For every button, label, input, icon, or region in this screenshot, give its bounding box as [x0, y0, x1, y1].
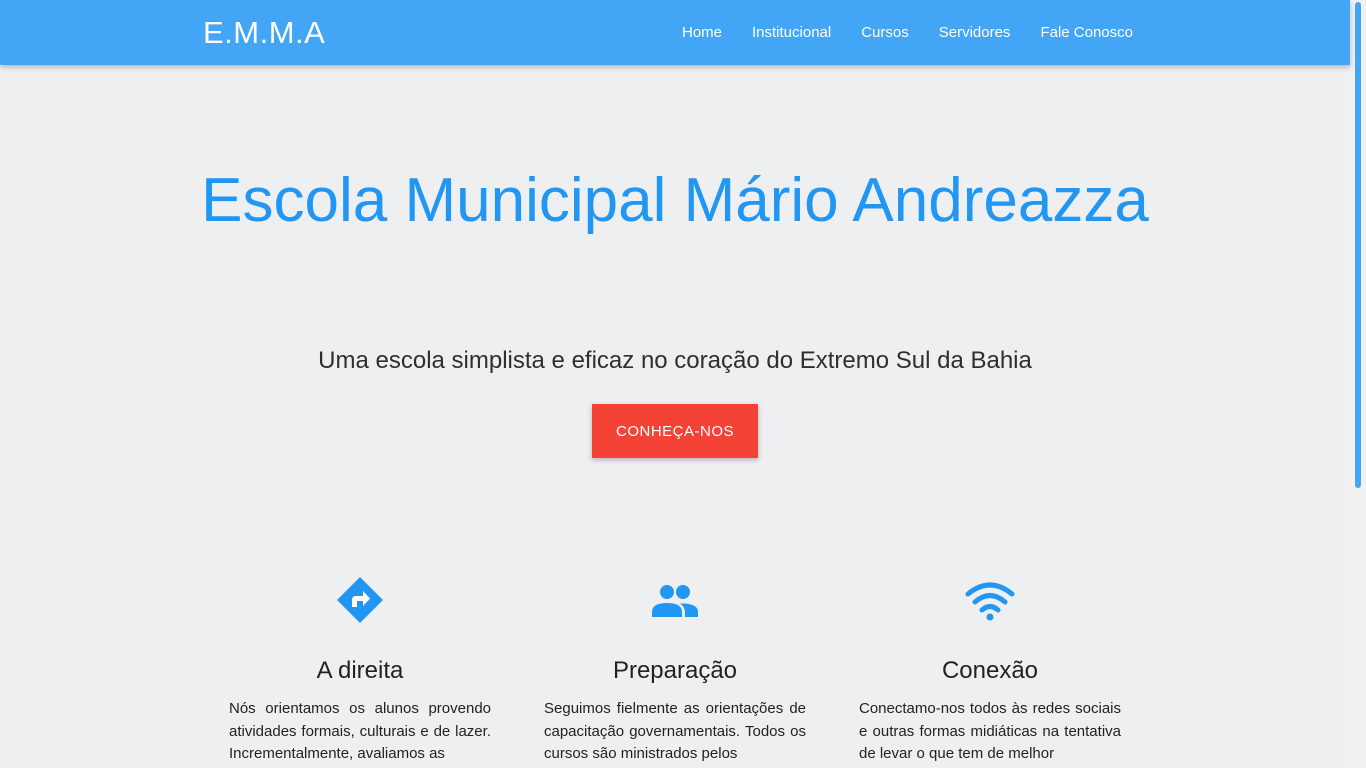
- feature-text: Seguimos fielmente as orientações de cap…: [544, 700, 806, 762]
- scrollbar[interactable]: [1350, 0, 1366, 768]
- hero-subtitle: Uma escola simplista e eficaz no coração…: [318, 347, 1032, 374]
- nav-item-home[interactable]: Home: [667, 24, 737, 41]
- nav-menu: Home Institucional Cursos Servidores Fal…: [667, 0, 1148, 65]
- group-icon: [652, 585, 698, 617]
- nav-item-institucional[interactable]: Institucional: [737, 24, 846, 41]
- brand-logo[interactable]: E.M.M.A: [203, 14, 325, 52]
- nav-item-servidores[interactable]: Servidores: [924, 24, 1026, 41]
- directions-icon: [337, 577, 383, 623]
- nav-item-fale-conosco[interactable]: Fale Conosco: [1025, 24, 1148, 41]
- wifi-icon: [965, 582, 1015, 621]
- feature-title: Conexão: [941, 657, 1039, 684]
- feature-a-direita: A direita Nós orientamos os alunos prove…: [229, 570, 491, 766]
- feature-text: Conectamo-nos todos às redes sociais e o…: [859, 700, 1121, 762]
- nav-item-cursos[interactable]: Cursos: [846, 24, 924, 41]
- feature-title: Preparação: [612, 657, 738, 684]
- feature-title: A direita: [316, 657, 404, 684]
- feature-conexao: Conexão Conectamo-nos todos às redes soc…: [859, 570, 1121, 766]
- feature-text: Nós orientamos os alunos provendo ativid…: [229, 700, 491, 762]
- navbar: E.M.M.A Home Institucional Cursos Servid…: [0, 0, 1350, 65]
- conheca-nos-button[interactable]: CONHEÇA-NOS: [592, 404, 758, 458]
- scrollbar-thumb[interactable]: [1355, 2, 1361, 488]
- page: E.M.M.A Home Institucional Cursos Servid…: [0, 0, 1366, 768]
- feature-preparacao: Preparação Seguimos fielmente as orienta…: [544, 570, 806, 766]
- hero-title: Escola Municipal Mário Andreazza: [201, 166, 1149, 235]
